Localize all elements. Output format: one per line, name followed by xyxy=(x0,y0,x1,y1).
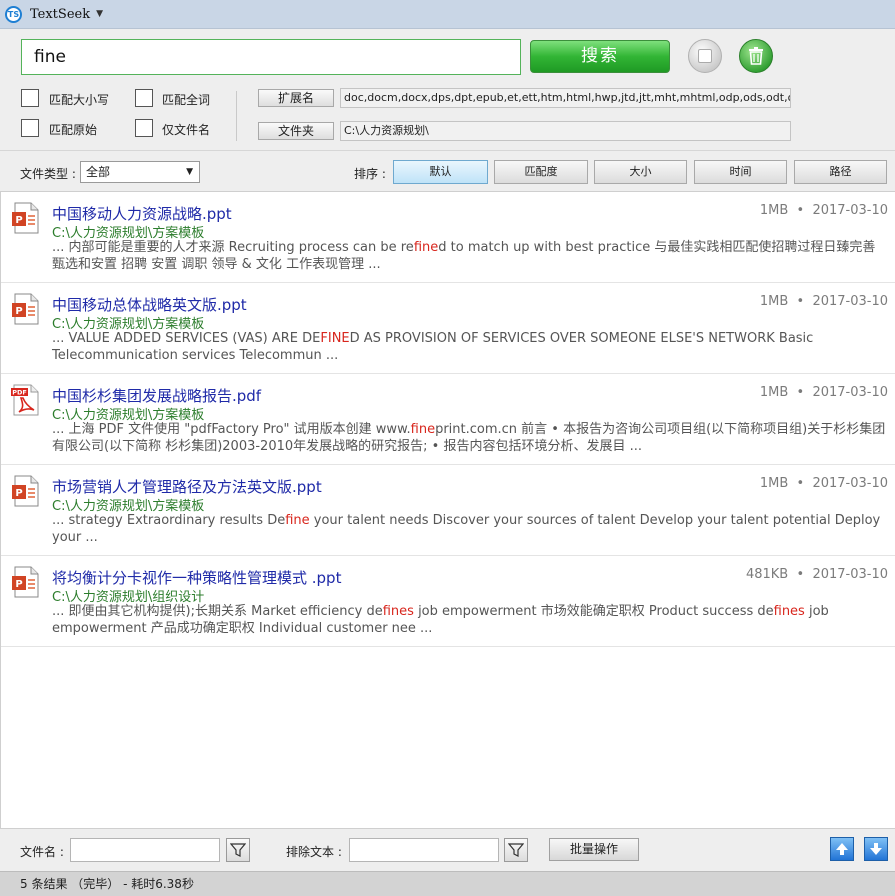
filetype-label: 文件类型 : xyxy=(20,167,76,181)
status-text: 5 条结果 （完毕） - 耗时6.38秒 xyxy=(20,877,194,891)
filetype-value: 全部 xyxy=(86,165,111,179)
sort-label: 排序 : xyxy=(354,167,386,181)
result-title[interactable]: 市场营销人才管理路径及方法英文版.ppt xyxy=(52,476,322,497)
match-original-label: 匹配原始 xyxy=(49,123,98,137)
result-meta: 1MB • 2017-03-10 xyxy=(759,476,888,491)
exclude-text-label: 排除文本 : xyxy=(286,845,342,859)
trash-icon xyxy=(749,47,763,65)
match-case-checkbox[interactable] xyxy=(21,89,39,107)
extension-button[interactable]: 扩展名 xyxy=(258,89,334,107)
match-highlight: fine xyxy=(410,422,436,437)
result-item[interactable]: P 市场营销人才管理路径及方法英文版.ppt 1MB • 2017-03-10 … xyxy=(1,465,895,556)
svg-text:P: P xyxy=(15,488,22,499)
arrow-up-icon xyxy=(836,843,848,855)
results-list: P 中国移动人力资源战略.ppt 1MB • 2017-03-10 C:\人力资… xyxy=(0,192,895,828)
sort-relevance-button[interactable]: 匹配度 xyxy=(494,160,588,184)
result-title[interactable]: 中国移动人力资源战略.ppt xyxy=(52,203,232,224)
svg-text:P: P xyxy=(15,306,22,317)
filename-filter-button[interactable] xyxy=(226,838,250,862)
result-title[interactable]: 中国移动总体战略英文版.ppt xyxy=(52,294,247,315)
sort-bar: 文件类型 : 全部 ▼ 排序 : 默认 匹配度 大小 时间 路径 xyxy=(0,151,895,192)
bottom-filter-bar: 文件名 : 排除文本 : 批量操作 xyxy=(0,828,895,871)
match-whole-word-label: 匹配全词 xyxy=(162,93,211,107)
result-item[interactable]: P 将均衡计分卡视作一种策略性管理模式 .ppt 481KB • 2017-03… xyxy=(1,556,895,647)
result-meta: 1MB • 2017-03-10 xyxy=(759,385,888,400)
previous-button[interactable] xyxy=(830,837,854,861)
result-meta: 1MB • 2017-03-10 xyxy=(759,203,888,218)
status-bar: 5 条结果 （完毕） - 耗时6.38秒 xyxy=(0,871,895,896)
filetype-select[interactable]: 全部 ▼ xyxy=(80,161,200,183)
match-highlight: fine xyxy=(413,240,439,255)
result-item[interactable]: P 中国移动人力资源战略.ppt 1MB • 2017-03-10 C:\人力资… xyxy=(1,192,895,283)
funnel-icon xyxy=(508,843,524,857)
ppt-file-icon: P xyxy=(12,566,39,598)
match-original-checkbox[interactable] xyxy=(21,119,39,137)
result-snippet: ... 内部可能是重要的人才来源 Recruiting process can … xyxy=(52,240,876,272)
match-highlight: FINE xyxy=(320,331,350,346)
svg-text:PDF: PDF xyxy=(12,389,27,397)
result-snippet: ... strategy Extraordinary results Defin… xyxy=(52,513,881,545)
sort-time-button[interactable]: 时间 xyxy=(694,160,787,184)
result-item[interactable]: PDF 中国杉杉集团发展战略报告.pdf 1MB • 2017-03-10 C:… xyxy=(1,374,895,465)
funnel-icon xyxy=(230,843,246,857)
stop-button[interactable] xyxy=(688,39,722,73)
result-item[interactable]: P 中国移动总体战略英文版.ppt 1MB • 2017-03-10 C:\人力… xyxy=(1,283,895,374)
result-snippet: ... VALUE ADDED SERVICES (VAS) ARE DEFIN… xyxy=(52,331,814,363)
exclude-filter-button[interactable] xyxy=(504,838,528,862)
sort-path-button[interactable]: 路径 xyxy=(794,160,887,184)
title-bar: TS TextSeek ▼ xyxy=(0,0,895,29)
result-title[interactable]: 将均衡计分卡视作一种策略性管理模式 .ppt xyxy=(52,567,341,588)
divider xyxy=(236,91,237,141)
result-title[interactable]: 中国杉杉集团发展战略报告.pdf xyxy=(52,385,261,406)
match-highlight: fines xyxy=(382,604,414,619)
search-panel: fine 搜索 匹配大小写 匹配全词 匹配原始 仅文件名 扩展名 doc,doc… xyxy=(0,29,895,151)
svg-text:P: P xyxy=(15,215,22,226)
match-highlight: fines xyxy=(773,604,805,619)
app-name[interactable]: TextSeek xyxy=(30,7,90,22)
chevron-down-icon: ▼ xyxy=(186,167,193,177)
filename-only-label: 仅文件名 xyxy=(162,123,211,137)
clear-button[interactable] xyxy=(739,39,773,73)
match-whole-word-checkbox[interactable] xyxy=(135,89,153,107)
filename-filter-label: 文件名 : xyxy=(20,845,64,859)
chevron-down-icon[interactable]: ▼ xyxy=(96,9,103,19)
match-case-label: 匹配大小写 xyxy=(49,93,110,107)
folder-button[interactable]: 文件夹 xyxy=(258,122,334,140)
svg-text:P: P xyxy=(15,579,22,590)
pdf-file-icon: PDF xyxy=(11,384,39,416)
exclude-text-input[interactable] xyxy=(349,838,499,862)
extension-field[interactable]: doc,docm,docx,dps,dpt,epub,et,ett,htm,ht… xyxy=(340,88,791,108)
filename-only-checkbox[interactable] xyxy=(135,119,153,137)
search-button[interactable]: 搜索 xyxy=(530,40,670,73)
batch-operation-button[interactable]: 批量操作 xyxy=(549,838,639,861)
folder-field[interactable]: C:\人力资源规划\ xyxy=(340,121,791,141)
app-logo-icon: TS xyxy=(5,5,22,23)
sort-default-button[interactable]: 默认 xyxy=(393,160,488,184)
result-meta: 481KB • 2017-03-10 xyxy=(745,567,888,582)
ppt-file-icon: P xyxy=(12,293,39,325)
sort-size-button[interactable]: 大小 xyxy=(594,160,687,184)
result-snippet: ... 上海 PDF 文件使用 "pdfFactory Pro" 试用版本创建 … xyxy=(52,422,886,454)
search-input[interactable]: fine xyxy=(21,39,521,75)
ppt-file-icon: P xyxy=(12,475,39,507)
result-snippet: ... 即便由其它机构提供);长期关系 Market efficiency de… xyxy=(52,604,829,636)
ppt-file-icon: P xyxy=(12,202,39,234)
arrow-down-icon xyxy=(870,843,882,855)
stop-icon xyxy=(698,49,712,63)
next-button[interactable] xyxy=(864,837,888,861)
filename-filter-input[interactable] xyxy=(70,838,220,862)
match-highlight: fine xyxy=(285,513,310,528)
result-meta: 1MB • 2017-03-10 xyxy=(759,294,888,309)
